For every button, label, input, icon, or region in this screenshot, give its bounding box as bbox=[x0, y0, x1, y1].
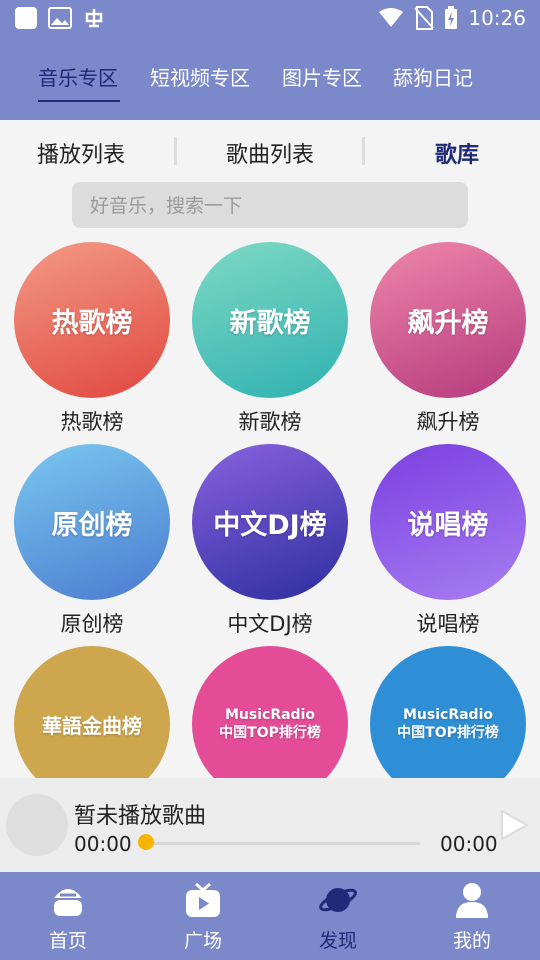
chart-label: 新歌榜 bbox=[238, 410, 302, 434]
status-time: 10:26 bbox=[468, 6, 526, 30]
chart-grid: 热歌榜 热歌榜 新歌榜 新歌榜 飙升榜 飙升榜 原创榜 原创榜 中文DJ榜 中文… bbox=[0, 242, 540, 778]
chart-cover-title: 中文DJ榜 bbox=[213, 509, 327, 541]
subtab-divider bbox=[362, 137, 365, 165]
chart-card-golden[interactable]: 華語金曲榜 bbox=[14, 646, 170, 778]
chart-cover-title: 原创榜 bbox=[51, 509, 133, 541]
wifi-icon bbox=[379, 8, 404, 27]
bug-icon bbox=[85, 9, 103, 28]
chart-cover[interactable]: 飙升榜 bbox=[370, 242, 526, 398]
chart-cover[interactable]: 原创榜 bbox=[14, 444, 170, 600]
current-time: 00:00 bbox=[74, 832, 132, 856]
chart-cover-title: 新歌榜 bbox=[229, 307, 311, 339]
chart-cover-title: MusicRadio bbox=[403, 707, 493, 723]
chart-cover[interactable]: 華語金曲榜 bbox=[14, 646, 170, 778]
subtab-song-list[interactable]: 歌曲列表 bbox=[226, 137, 314, 169]
status-bar: 10:26 bbox=[0, 0, 540, 36]
chart-card-musicradio-a[interactable]: MusicRadio 中国TOP排行榜 bbox=[192, 646, 348, 778]
tab-music[interactable]: 音乐专区 bbox=[38, 62, 118, 91]
image-icon bbox=[48, 7, 72, 29]
chart-cover-subtitle: 中国TOP排行榜 bbox=[219, 725, 321, 741]
nav-profile[interactable]: 我的 bbox=[432, 880, 512, 953]
tab-diary[interactable]: 舔狗日记 bbox=[393, 62, 473, 91]
subtab-playlist[interactable]: 播放列表 bbox=[37, 137, 125, 169]
chart-card-hot[interactable]: 热歌榜 热歌榜 bbox=[14, 242, 170, 436]
chart-label: 说唱榜 bbox=[416, 612, 480, 636]
nav-home[interactable]: 首页 bbox=[28, 880, 108, 953]
chart-cover-title: 飙升榜 bbox=[407, 307, 489, 339]
user-icon bbox=[456, 883, 488, 918]
chart-card-rap[interactable]: 说唱榜 说唱榜 bbox=[370, 444, 526, 638]
chart-card-musicradio-b[interactable]: MusicRadio 中国TOP排行榜 bbox=[370, 646, 526, 778]
nav-discover[interactable]: 发现 bbox=[298, 880, 378, 953]
no-sim-icon bbox=[414, 6, 435, 30]
progress-knob[interactable] bbox=[138, 834, 154, 850]
subtab-library[interactable]: 歌库 bbox=[435, 137, 479, 169]
nav-square[interactable]: 广场 bbox=[163, 880, 243, 953]
mini-player: 暂未播放歌曲 00:00 00:00 bbox=[0, 778, 540, 872]
tab-short-video[interactable]: 短视频专区 bbox=[150, 62, 250, 91]
chart-cover-subtitle: 中国TOP排行榜 bbox=[397, 725, 499, 741]
subtab-divider bbox=[174, 137, 177, 165]
chart-cover[interactable]: 热歌榜 bbox=[14, 242, 170, 398]
chart-cover-title: 热歌榜 bbox=[51, 307, 133, 339]
chart-card-rising[interactable]: 飙升榜 飙升榜 bbox=[370, 242, 526, 436]
search-bar bbox=[72, 182, 468, 230]
active-tab-indicator bbox=[38, 100, 120, 102]
chart-card-new[interactable]: 新歌榜 新歌榜 bbox=[192, 242, 348, 436]
chart-cover-title: MusicRadio bbox=[225, 707, 315, 723]
chart-cover-title: 華語金曲榜 bbox=[42, 713, 142, 738]
chart-card-original[interactable]: 原创榜 原创榜 bbox=[14, 444, 170, 638]
nav-square-label: 广场 bbox=[183, 930, 222, 952]
chart-cover[interactable]: MusicRadio 中国TOP排行榜 bbox=[370, 646, 526, 778]
app-square-icon bbox=[15, 7, 37, 29]
chart-cover[interactable]: 说唱榜 bbox=[370, 444, 526, 600]
nav-home-label: 首页 bbox=[48, 930, 87, 952]
total-time: 00:00 bbox=[440, 832, 498, 856]
chart-label: 中文DJ榜 bbox=[227, 612, 313, 636]
play-icon[interactable] bbox=[496, 808, 530, 842]
home-icon bbox=[54, 889, 82, 916]
top-navigation: 音乐专区 短视频专区 图片专区 舔狗日记 bbox=[0, 36, 540, 120]
nav-profile-label: 我的 bbox=[452, 930, 491, 952]
progress-bar[interactable] bbox=[146, 842, 420, 845]
chart-card-dj[interactable]: 中文DJ榜 中文DJ榜 bbox=[192, 444, 348, 638]
tab-pictures[interactable]: 图片专区 bbox=[282, 62, 362, 91]
chart-label: 原创榜 bbox=[60, 612, 124, 636]
song-title: 暂未播放歌曲 bbox=[74, 804, 207, 829]
bottom-navigation: 首页 广场 发现 我的 bbox=[0, 872, 540, 960]
nav-discover-label: 发现 bbox=[318, 930, 357, 952]
battery-icon bbox=[445, 6, 458, 29]
search-input[interactable] bbox=[88, 182, 452, 230]
album-disc-icon bbox=[6, 794, 68, 856]
chart-label: 热歌榜 bbox=[60, 410, 124, 434]
chart-cover[interactable]: 中文DJ榜 bbox=[192, 444, 348, 600]
chart-cover[interactable]: MusicRadio 中国TOP排行榜 bbox=[192, 646, 348, 778]
chart-cover-title: 说唱榜 bbox=[407, 509, 489, 541]
chart-label: 飙升榜 bbox=[416, 410, 480, 434]
sub-tabs: 播放列表 歌曲列表 歌库 bbox=[0, 120, 540, 182]
chart-cover[interactable]: 新歌榜 bbox=[192, 242, 348, 398]
tv-icon bbox=[186, 882, 220, 917]
planet-icon bbox=[319, 888, 357, 912]
